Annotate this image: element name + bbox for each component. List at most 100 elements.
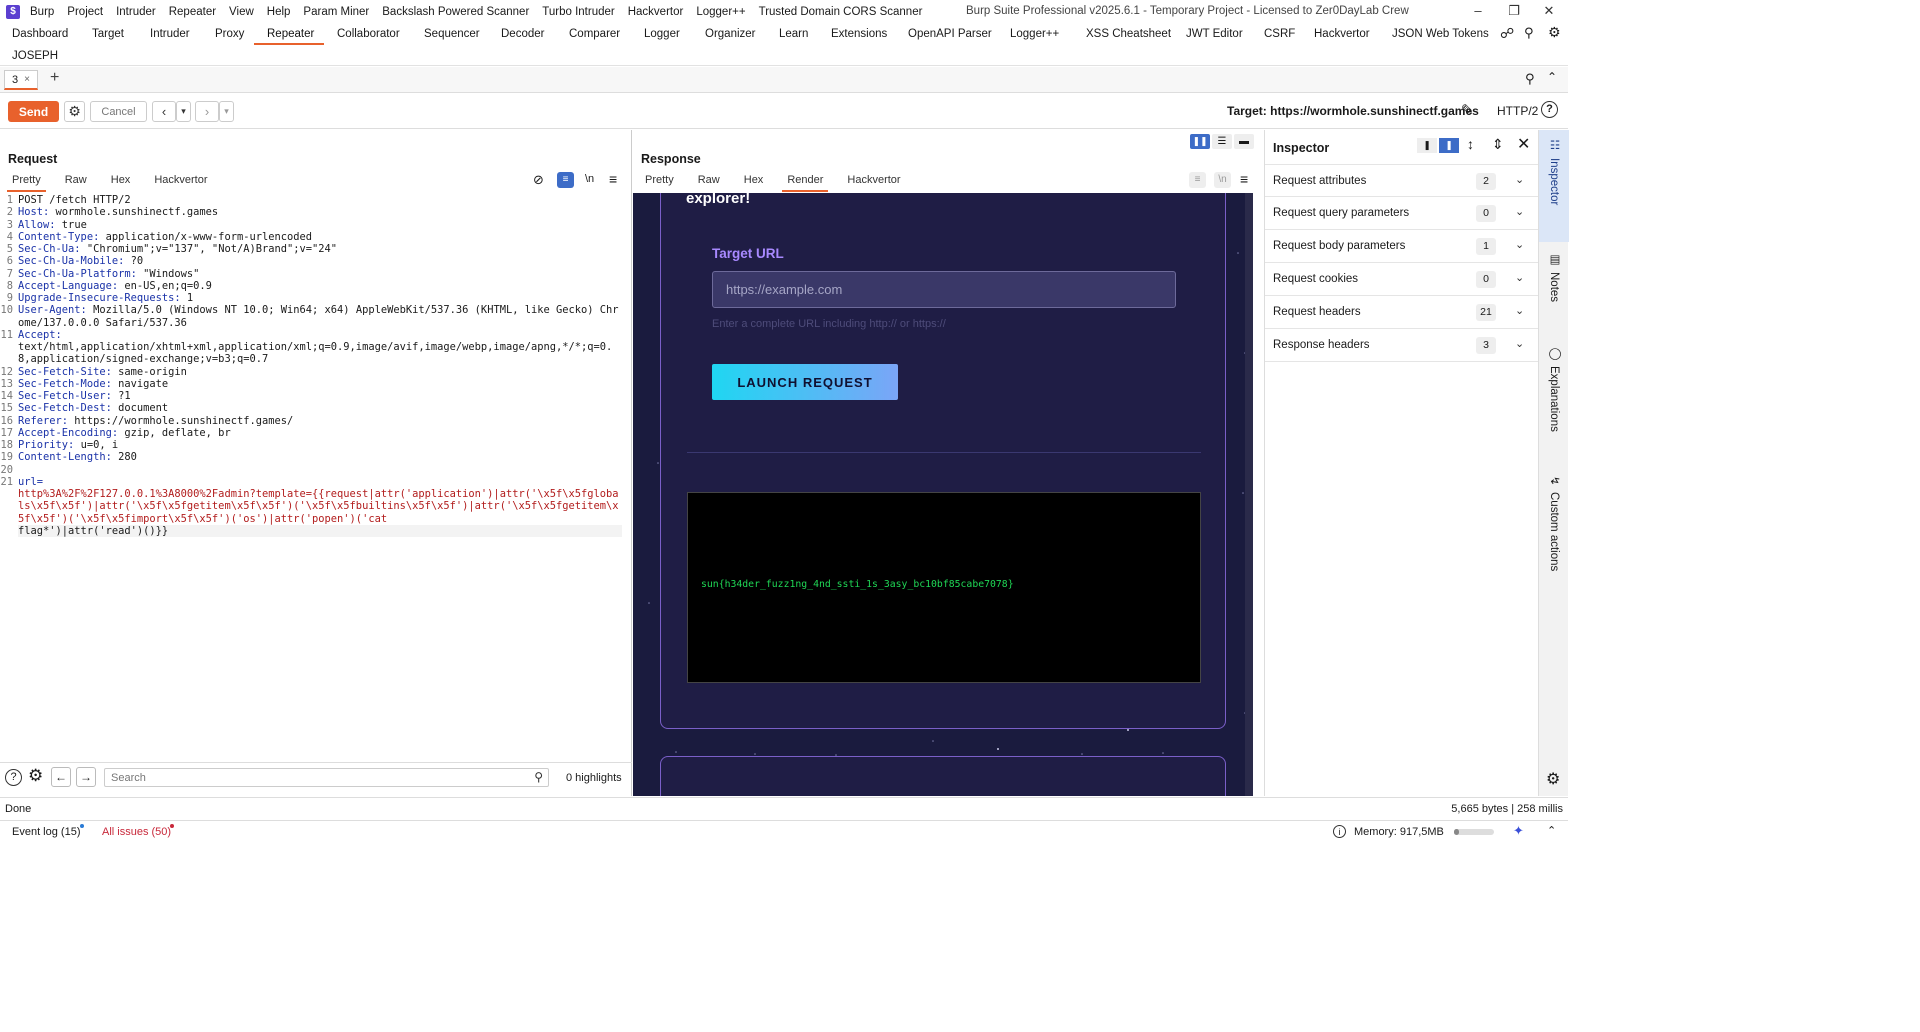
response-tab-render[interactable]: Render: [782, 174, 829, 192]
request-line[interactable]: 4 Content-Type: application/x-www-form-ur…: [0, 231, 622, 243]
render-scrollbar[interactable]: [1245, 193, 1253, 796]
chevron-down-icon[interactable]: ⌄: [1515, 205, 1524, 218]
tab-organizer[interactable]: Organizer: [705, 28, 756, 40]
close-tab-icon[interactable]: ×: [24, 74, 30, 85]
menu-project[interactable]: Project: [67, 6, 103, 18]
request-line[interactable]: 20: [0, 464, 622, 476]
maximize-icon[interactable]: ❐: [1505, 3, 1523, 21]
launch-request-button[interactable]: LAUNCH REQUEST: [712, 364, 898, 400]
request-line[interactable]: 3 Allow: true: [0, 219, 622, 231]
search-icon[interactable]: ⚲: [1524, 25, 1534, 41]
side-tab-explanations[interactable]: ◯ Explanations: [1539, 338, 1569, 458]
close-window-icon[interactable]: ✕: [1540, 3, 1558, 21]
request-line[interactable]: 13 Sec-Fetch-Mode: navigate: [0, 378, 622, 390]
info-icon[interactable]: i: [1333, 825, 1346, 838]
request-menu-icon[interactable]: ≡: [609, 171, 617, 187]
tab-sequencer[interactable]: Sequencer: [424, 28, 480, 40]
tab-decoder[interactable]: Decoder: [501, 28, 544, 40]
inspector-row-query-params[interactable]: Request query parameters 0 ⌄: [1265, 197, 1539, 230]
request-line[interactable]: 17 Accept-Encoding: gzip, deflate, br: [0, 427, 622, 439]
forward-history-chevron-icon[interactable]: ▾: [219, 101, 234, 122]
side-tab-notes[interactable]: ▤ Notes: [1539, 244, 1569, 324]
inspector-row-cookies[interactable]: Request cookies 0 ⌄: [1265, 263, 1539, 296]
chevron-down-icon[interactable]: ⌄: [1515, 337, 1524, 350]
request-tab-hackvertor[interactable]: Hackvertor: [149, 174, 212, 192]
request-line[interactable]: 6 Sec-Ch-Ua-Mobile: ?0: [0, 255, 622, 267]
globe-icon[interactable]: ☍: [1500, 25, 1514, 42]
menu-logger-plus[interactable]: Logger++: [696, 6, 745, 18]
collapse-icon[interactable]: ⌃: [1547, 70, 1557, 84]
layout-tabs-icon[interactable]: ▬: [1234, 134, 1254, 149]
request-line[interactable]: 8 Accept-Language: en-US,en;q=0.9: [0, 280, 622, 292]
tab-jwt-editor[interactable]: JWT Editor: [1186, 28, 1243, 40]
menu-cors-scanner[interactable]: Trusted Domain CORS Scanner: [759, 6, 923, 18]
tab-xss-cheatsheet[interactable]: XSS Cheatsheet: [1086, 28, 1171, 40]
help-icon[interactable]: ?: [1541, 101, 1558, 118]
add-tab-icon[interactable]: +: [50, 69, 59, 87]
request-tab-pretty[interactable]: Pretty: [7, 174, 46, 192]
menu-turbo-intruder[interactable]: Turbo Intruder: [542, 6, 614, 18]
request-tab-hex[interactable]: Hex: [106, 174, 136, 192]
tab-logger-plus[interactable]: Logger++: [1010, 28, 1059, 40]
chevron-down-icon[interactable]: ⌄: [1515, 304, 1524, 317]
previous-match-icon[interactable]: ←: [51, 767, 71, 787]
tab-proxy[interactable]: Proxy: [215, 28, 244, 40]
close-inspector-icon[interactable]: ✕: [1517, 134, 1530, 154]
repeater-tab-3[interactable]: 3 ×: [4, 70, 38, 90]
request-body-line[interactable]: 21 url= http%3A%2F%2F127.0.0.1%3A8000%2Fad…: [0, 476, 622, 537]
send-settings-gear-icon[interactable]: ⚙: [64, 101, 85, 122]
request-line[interactable]: 10 User-Agent: Mozilla/5.0 (Windows NT 10…: [0, 304, 622, 329]
tab-intruder[interactable]: Intruder: [150, 28, 190, 40]
chevron-down-icon[interactable]: ⌄: [1515, 271, 1524, 284]
inspector-row-request-headers[interactable]: Request headers 21 ⌄: [1265, 296, 1539, 329]
response-tab-hex[interactable]: Hex: [739, 174, 769, 192]
response-tab-raw[interactable]: Raw: [693, 174, 725, 192]
search-help-icon[interactable]: ?: [5, 769, 22, 786]
tab-openapi-parser[interactable]: OpenAPI Parser: [908, 28, 992, 40]
tab-repeater[interactable]: Repeater: [267, 28, 314, 40]
menu-backslash-scanner[interactable]: Backslash Powered Scanner: [382, 6, 529, 18]
request-editor[interactable]: 1 POST /fetch HTTP/2 2 Host: wormhole.sunsh…: [0, 194, 622, 754]
all-issues-link[interactable]: All issues (50): [102, 826, 171, 838]
tab-logger[interactable]: Logger: [644, 28, 680, 40]
request-line[interactable]: 12 Sec-Fetch-Site: same-origin: [0, 366, 622, 378]
tab-json-web-tokens[interactable]: JSON Web Tokens: [1392, 28, 1489, 40]
menu-intruder[interactable]: Intruder: [116, 6, 156, 18]
wrap-lines-icon[interactable]: ≡: [557, 172, 574, 188]
request-line[interactable]: 15 Sec-Fetch-Dest: document: [0, 402, 622, 414]
menu-help[interactable]: Help: [267, 6, 291, 18]
tab-dashboard[interactable]: Dashboard: [12, 28, 68, 40]
chevron-down-icon[interactable]: ⌄: [1515, 238, 1524, 251]
back-arrow-icon[interactable]: ‹: [152, 101, 176, 122]
collapse-all-icon[interactable]: ⇕: [1492, 136, 1504, 153]
request-line[interactable]: 2 Host: wormhole.sunshinectf.games: [0, 206, 622, 218]
request-line[interactable]: 14 Sec-Fetch-User: ?1: [0, 390, 622, 402]
search-tabs-icon[interactable]: ⚲: [1525, 71, 1535, 87]
tab-collaborator[interactable]: Collaborator: [337, 28, 400, 40]
tab-csrf[interactable]: CSRF: [1264, 28, 1295, 40]
tab-hackvertor[interactable]: Hackvertor: [1314, 28, 1370, 40]
next-match-icon[interactable]: →: [76, 767, 96, 787]
request-line[interactable]: 18 Priority: u=0, i: [0, 439, 622, 451]
target-url-input[interactable]: https://example.com: [712, 271, 1176, 308]
request-line[interactable]: 19 Content-Length: 280: [0, 451, 622, 463]
response-tab-hackvertor[interactable]: Hackvertor: [842, 174, 905, 192]
tab-joseph[interactable]: JOSEPH: [12, 50, 58, 62]
tab-extensions[interactable]: Extensions: [831, 28, 887, 40]
forward-arrow-icon[interactable]: ›: [195, 101, 219, 122]
side-tab-custom-actions[interactable]: ↯ Custom actions: [1539, 468, 1569, 598]
sidebar-settings-gear-icon[interactable]: ⚙: [1546, 769, 1560, 789]
inspector-row-request-attributes[interactable]: Request attributes 2 ⌄: [1265, 164, 1539, 197]
menu-burp[interactable]: Burp: [30, 6, 54, 18]
back-history-chevron-icon[interactable]: ▾: [176, 101, 191, 122]
minimize-icon[interactable]: –: [1469, 3, 1487, 21]
layout-stacked-icon[interactable]: ☰: [1212, 134, 1232, 149]
target-url[interactable]: Target: https://wormhole.sunshinectf.gam…: [1227, 104, 1479, 118]
layout-side-by-side-icon[interactable]: ❚❚: [1190, 134, 1210, 149]
request-line[interactable]: 16 Referer: https://wormhole.sunshinectf.…: [0, 415, 622, 427]
menu-view[interactable]: View: [229, 6, 254, 18]
request-line[interactable]: 1 POST /fetch HTTP/2: [0, 194, 622, 206]
settings-gear-icon[interactable]: ⚙: [1548, 24, 1561, 41]
chevron-down-icon[interactable]: ⌄: [1515, 173, 1524, 186]
request-tab-raw[interactable]: Raw: [60, 174, 92, 192]
